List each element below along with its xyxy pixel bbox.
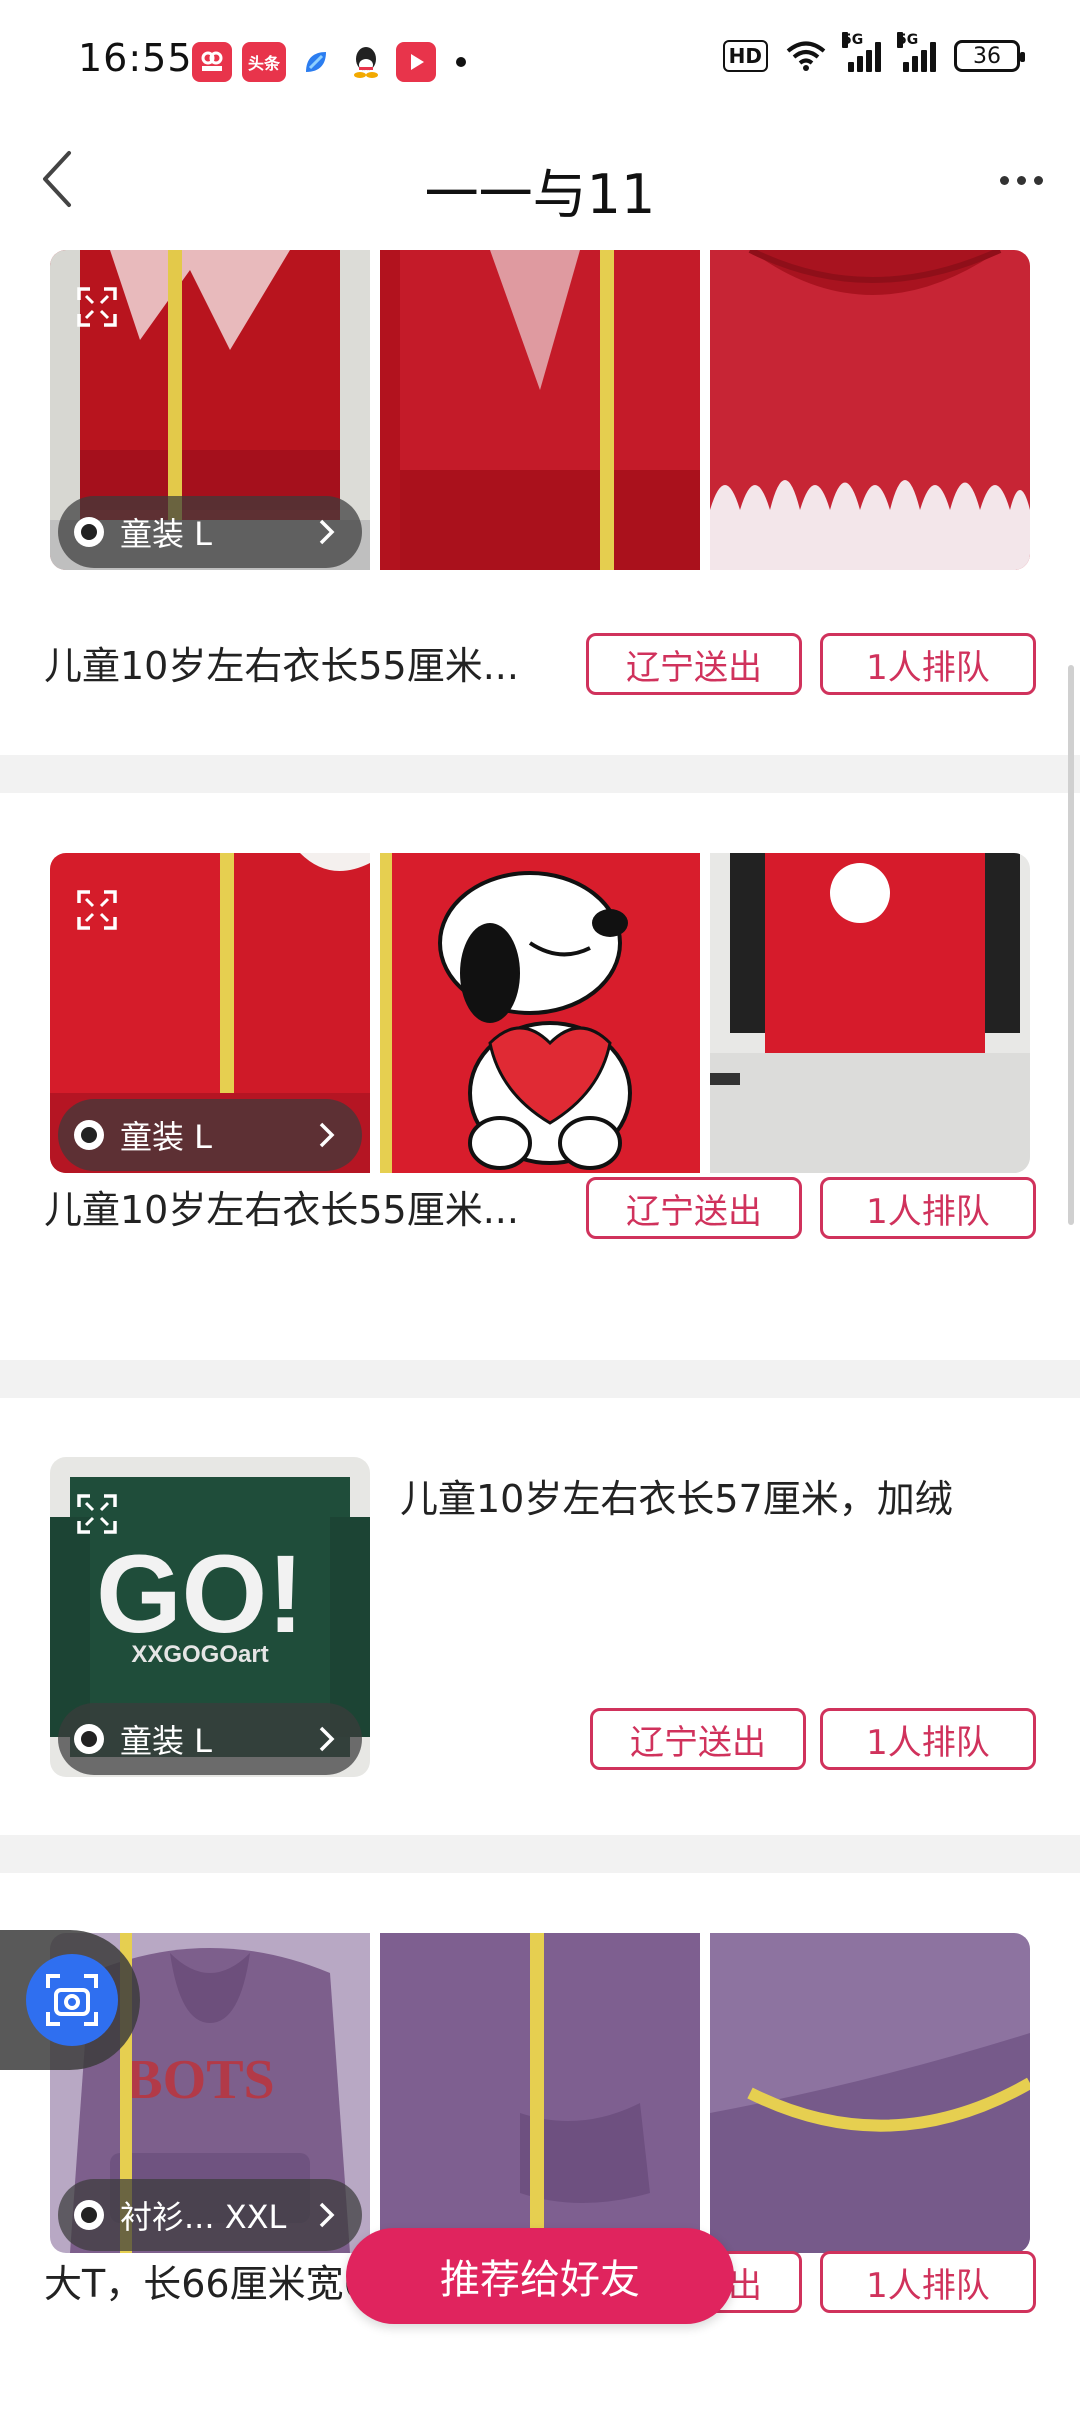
expand-icon[interactable] bbox=[76, 889, 118, 931]
more-dot-icon bbox=[1016, 175, 1026, 185]
queue-button[interactable]: 1人排队 bbox=[820, 633, 1036, 695]
item-photo[interactable] bbox=[710, 250, 1030, 570]
category-tag[interactable]: 衬衫... XXL bbox=[58, 2179, 362, 2251]
item-description[interactable]: 儿童10岁左右衣长55厘米... bbox=[44, 1179, 564, 1234]
svg-text:XXGOGOart: XXGOGOart bbox=[131, 1641, 268, 1668]
signal-tag-1: 5G bbox=[842, 32, 864, 48]
queue-button[interactable]: 1人排队 bbox=[820, 1708, 1036, 1770]
category-label: 衬衫... XXL bbox=[120, 2198, 287, 2236]
item-feed[interactable]: 童装 L 儿童10岁左右衣长55厘米... 辽宁送出 1人排队 童装 L 儿童1… bbox=[0, 250, 1080, 2412]
item-photo[interactable]: GO! XXGOGOart 童装 L bbox=[50, 1457, 370, 1777]
item-card[interactable]: BOTS 衬衫... XXL 大T，长66厘米宽62厘米适... 1人排队 bbox=[0, 1873, 1080, 2412]
item-images: BOTS 衬衫... XXL bbox=[50, 1933, 1030, 2253]
item-photo[interactable] bbox=[710, 853, 1030, 1173]
category-label: 童装 L bbox=[120, 1722, 213, 1760]
divider bbox=[0, 755, 1080, 793]
expand-icon[interactable] bbox=[76, 286, 118, 328]
item-card[interactable]: 童装 L 儿童10岁左右衣长55厘米... 辽宁送出 1人排队 bbox=[0, 793, 1080, 1338]
category-dot-icon bbox=[74, 2200, 104, 2230]
location-button[interactable]: 辽宁送出 bbox=[586, 633, 802, 695]
floating-scan-button[interactable] bbox=[0, 1930, 140, 2070]
chevron-right-icon bbox=[319, 519, 335, 545]
location-button[interactable]: 辽宁送出 bbox=[586, 1177, 802, 1239]
item-photo[interactable] bbox=[710, 1933, 1030, 2253]
scrollbar[interactable] bbox=[1068, 665, 1074, 1225]
app-red-icon bbox=[192, 42, 232, 82]
more-dot-icon bbox=[999, 175, 1009, 185]
signal-icon-2: 5G bbox=[897, 32, 936, 72]
page-title: 一一与11 bbox=[424, 163, 656, 226]
item-photo[interactable]: 童装 L bbox=[50, 250, 370, 570]
svg-text:GO!: GO! bbox=[96, 1533, 304, 1656]
chevron-right-icon bbox=[319, 1726, 335, 1752]
item-photo[interactable]: 童装 L bbox=[50, 853, 370, 1173]
toutiao-icon: 头条 bbox=[242, 42, 286, 82]
location-button[interactable]: 辽宁送出 bbox=[590, 1708, 806, 1770]
item-photo[interactable] bbox=[380, 1933, 700, 2253]
chevron-right-icon bbox=[319, 2202, 335, 2228]
signal-tag-2: 5G bbox=[897, 32, 919, 48]
item-card[interactable]: GO! XXGOGOart 童装 L 儿童10岁左右衣长57厘米，加绒 辽宁送出… bbox=[0, 1398, 1080, 1888]
hd-icon: HD bbox=[722, 40, 768, 72]
category-tag[interactable]: 童装 L bbox=[58, 1703, 362, 1775]
top-nav-bar: 一一与11 bbox=[0, 120, 1080, 240]
expand-icon[interactable] bbox=[76, 1493, 118, 1535]
category-dot-icon bbox=[74, 1120, 104, 1150]
signal-icon-1: 5G bbox=[842, 32, 881, 72]
item-card[interactable]: 童装 L 儿童10岁左右衣长55厘米... 辽宁送出 1人排队 bbox=[0, 250, 1080, 755]
queue-button[interactable]: 1人排队 bbox=[820, 1177, 1036, 1239]
blue-app-icon bbox=[296, 42, 336, 82]
item-description[interactable]: 儿童10岁左右衣长55厘米... bbox=[44, 635, 564, 690]
item-images: 童装 L bbox=[50, 853, 1030, 1173]
category-label: 童装 L bbox=[120, 1118, 213, 1156]
item-photo[interactable] bbox=[380, 250, 700, 570]
svg-text:BOTS: BOTS bbox=[125, 2049, 274, 2111]
category-label: 童装 L bbox=[120, 515, 213, 553]
item-images: GO! XXGOGOart 童装 L bbox=[50, 1457, 370, 1777]
qq-icon bbox=[346, 42, 386, 82]
wifi-icon bbox=[786, 41, 826, 71]
category-dot-icon bbox=[74, 1724, 104, 1754]
notification-icons: 头条 bbox=[192, 42, 466, 82]
divider bbox=[0, 1835, 1080, 1873]
hd-label: HD bbox=[728, 44, 762, 68]
divider bbox=[0, 1360, 1080, 1398]
item-photo[interactable] bbox=[380, 853, 700, 1173]
category-tag[interactable]: 童装 L bbox=[58, 1099, 362, 1171]
chevron-right-icon bbox=[319, 1122, 335, 1148]
battery-icon: 36 bbox=[954, 40, 1025, 72]
item-images: 童装 L bbox=[50, 250, 1030, 570]
more-options-button[interactable] bbox=[986, 150, 1056, 210]
battery-level: 36 bbox=[973, 43, 1001, 69]
recommend-to-friend-button[interactable]: 推荐给好友 bbox=[346, 2228, 734, 2324]
more-dot-icon bbox=[1033, 175, 1043, 185]
camera-scan-icon bbox=[26, 1954, 118, 2046]
status-right: HD 5G 5G 36 bbox=[722, 32, 1025, 72]
item-description[interactable]: 儿童10岁左右衣长57厘米，加绒 bbox=[400, 1468, 1040, 1523]
more-notifications-dot bbox=[456, 57, 466, 67]
queue-button[interactable]: 1人排队 bbox=[820, 2251, 1036, 2313]
category-tag[interactable]: 童装 L bbox=[58, 496, 362, 568]
category-dot-icon bbox=[74, 517, 104, 547]
status-time: 16:55 bbox=[78, 36, 193, 80]
toutiao-label: 头条 bbox=[247, 54, 280, 73]
video-app-icon bbox=[396, 42, 436, 82]
status-bar: 16:55 头条 HD 5G 5G 36 bbox=[0, 0, 1080, 120]
